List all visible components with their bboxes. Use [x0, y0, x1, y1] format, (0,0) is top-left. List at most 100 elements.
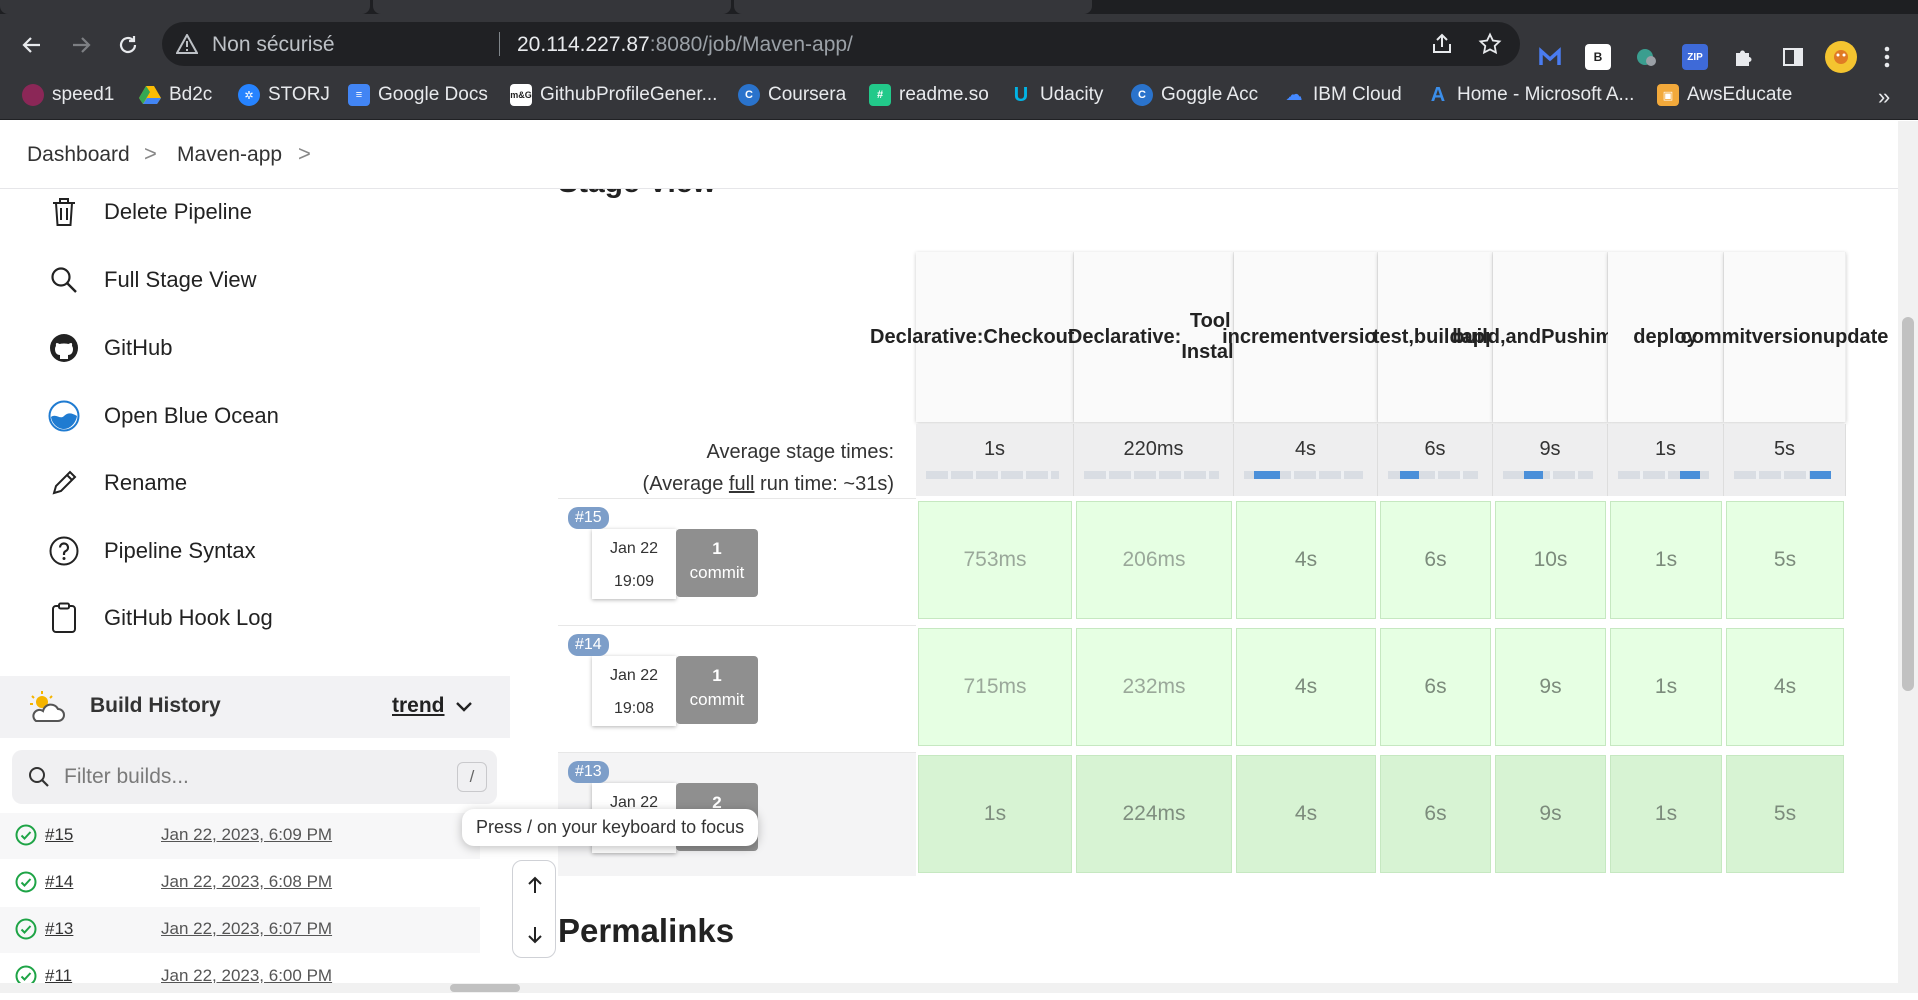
stage-cell[interactable]: 4s	[1236, 755, 1376, 873]
build-date[interactable]: Jan 22, 2023, 6:08 PM	[161, 872, 332, 892]
bookmark-readme[interactable]: # readme.so	[869, 84, 989, 106]
build-row[interactable]: #15 Jan 22, 2023, 6:09 PM	[0, 813, 480, 859]
back-button[interactable]	[17, 30, 47, 60]
task-github[interactable]: GitHub	[48, 332, 172, 364]
stage-cell[interactable]: 4s	[1236, 501, 1376, 619]
stage-cell[interactable]: 206ms	[1076, 501, 1232, 619]
bookmark-goggle-acc[interactable]: C Goggle Acc	[1131, 84, 1258, 106]
task-pipeline-syntax[interactable]: Pipeline Syntax	[48, 535, 256, 567]
build-date[interactable]: Jan 22, 2023, 6:07 PM	[161, 919, 332, 939]
stage-progress-fill	[1809, 471, 1831, 479]
stage-cell[interactable]: 6s	[1380, 628, 1491, 746]
bookmark-home-microsoft[interactable]: A Home - Microsoft A...	[1427, 84, 1635, 106]
scroll-down-button[interactable]	[513, 913, 557, 957]
build-number[interactable]: #13	[45, 919, 73, 939]
task-rename[interactable]: Rename	[48, 467, 187, 499]
stage-cell[interactable]: 9s	[1495, 628, 1606, 746]
reload-button[interactable]	[113, 30, 143, 60]
stage-cell[interactable]: 1s	[918, 755, 1072, 873]
bookmark-ibm-cloud[interactable]: ☁ IBM Cloud	[1283, 84, 1402, 106]
bookmarks-overflow-button[interactable]: »	[1878, 84, 1890, 110]
stage-cell[interactable]: 9s	[1495, 755, 1606, 873]
run-row[interactable]: Jan 22 19:09 1 commit #15	[558, 498, 916, 622]
run-row[interactable]: Jan 22 19:08 1 commit #14	[558, 625, 916, 749]
stage-average: 1s	[916, 424, 1074, 496]
run-badge[interactable]: #15	[568, 507, 609, 529]
browser-tab-active[interactable]	[373, 0, 731, 14]
task-open-blue-ocean[interactable]: Open Blue Ocean	[48, 400, 279, 432]
breadcrumb: Dashboard > Maven-app >	[0, 121, 1898, 189]
scrollbar-thumb[interactable]	[450, 984, 520, 992]
vertical-scrollbar[interactable]	[1898, 121, 1918, 983]
star-icon[interactable]	[1478, 32, 1502, 56]
avg-label-line2: (Average full run time: ~31s)	[558, 468, 894, 500]
bookmark-label: speed1	[52, 84, 115, 105]
more-icon[interactable]	[1874, 44, 1900, 70]
browser-tab[interactable]	[734, 0, 1092, 14]
docs-favicon-icon: ≡	[348, 84, 370, 106]
run-commits[interactable]: 1 commit	[676, 529, 758, 597]
bookmark-speed1[interactable]: speed1	[22, 84, 114, 106]
stage-cell[interactable]: 224ms	[1076, 755, 1232, 873]
build-date[interactable]: Jan 22, 2023, 6:09 PM	[161, 825, 332, 845]
stage-cell[interactable]: 1s	[1610, 501, 1722, 619]
build-row[interactable]: #11 Jan 22, 2023, 6:00 PM	[0, 954, 480, 1000]
scrollbar-thumb[interactable]	[1902, 317, 1914, 691]
stage-cell[interactable]: 715ms	[918, 628, 1072, 746]
run-time: 19:09	[613, 573, 655, 590]
chevron-down-icon[interactable]	[455, 700, 473, 714]
translate-icon[interactable]	[1634, 44, 1660, 70]
run-commits[interactable]: 1 commit	[676, 656, 758, 724]
full-run-time-link[interactable]: full	[729, 473, 755, 495]
scroll-up-button[interactable]	[513, 863, 557, 907]
puzzle-icon[interactable]	[1731, 44, 1757, 70]
stage-cell[interactable]: 5s	[1726, 501, 1844, 619]
bookmark-google-docs[interactable]: ≡ Google Docs	[348, 84, 488, 106]
stage-cell[interactable]: 753ms	[918, 501, 1072, 619]
stage-cell[interactable]: 10s	[1495, 501, 1606, 619]
trend-link[interactable]: trend	[392, 694, 445, 718]
stage-cell[interactable]: 232ms	[1076, 628, 1232, 746]
build-row[interactable]: #14 Jan 22, 2023, 6:08 PM	[0, 860, 480, 906]
bookmark-bd2c[interactable]: Bd2c	[139, 84, 212, 106]
stage-cell[interactable]: 1s	[1610, 755, 1722, 873]
stage-cell[interactable]: 4s	[1726, 628, 1844, 746]
task-delete-pipeline[interactable]: Delete Pipeline	[48, 196, 252, 228]
filter-builds-input[interactable]: Filter builds... /	[12, 750, 497, 804]
avatar[interactable]	[1825, 41, 1857, 73]
arrow-left-icon	[22, 37, 40, 53]
bookmark-coursera[interactable]: C Coursera	[738, 84, 846, 106]
stage-cell[interactable]: 6s	[1380, 501, 1491, 619]
bookmark-githubprofile[interactable]: m&G GithubProfileGener...	[510, 84, 717, 106]
b-extension-icon[interactable]: B	[1585, 44, 1611, 70]
bookmark-storj[interactable]: ✲ STORJ	[238, 84, 330, 106]
stage-cell[interactable]: 1s	[1610, 628, 1722, 746]
build-number[interactable]: #15	[45, 825, 73, 845]
readme-favicon-icon: #	[869, 84, 891, 106]
build-number[interactable]: #14	[45, 872, 73, 892]
bookmark-awseducate[interactable]: ▣ AwsEducate	[1657, 84, 1792, 106]
sidepanel-icon[interactable]	[1780, 44, 1806, 70]
bookmark-udacity[interactable]: U Udacity	[1010, 84, 1104, 106]
breadcrumb-maven-app[interactable]: Maven-app	[177, 143, 282, 167]
stage-cell[interactable]: 6s	[1380, 755, 1491, 873]
task-full-stage-view[interactable]: Full Stage View	[48, 264, 256, 296]
run-badge[interactable]: #13	[568, 761, 609, 783]
share-icon[interactable]	[1430, 32, 1454, 56]
drive-favicon-icon	[139, 84, 161, 106]
forward-button[interactable]	[66, 30, 96, 60]
stage-cell[interactable]: 5s	[1726, 755, 1844, 873]
breadcrumb-separator[interactable]: >	[298, 141, 311, 167]
malwarebytes-icon[interactable]	[1537, 44, 1563, 70]
browser-tab[interactable]	[0, 0, 370, 14]
zip-icon[interactable]: ZIP	[1682, 44, 1708, 70]
pencil-icon	[48, 467, 80, 499]
horizontal-scrollbar[interactable]	[0, 983, 1918, 993]
address-bar[interactable]: Non sécurisé 20.114.227.87:8080/job/Mave…	[162, 22, 1520, 66]
breadcrumb-dashboard[interactable]: Dashboard	[27, 143, 130, 167]
build-row[interactable]: #13 Jan 22, 2023, 6:07 PM	[0, 907, 480, 953]
run-badge[interactable]: #14	[568, 634, 609, 656]
arrow-right-icon	[73, 37, 91, 53]
stage-cell[interactable]: 4s	[1236, 628, 1376, 746]
task-github-hook-log[interactable]: GitHub Hook Log	[48, 602, 273, 634]
